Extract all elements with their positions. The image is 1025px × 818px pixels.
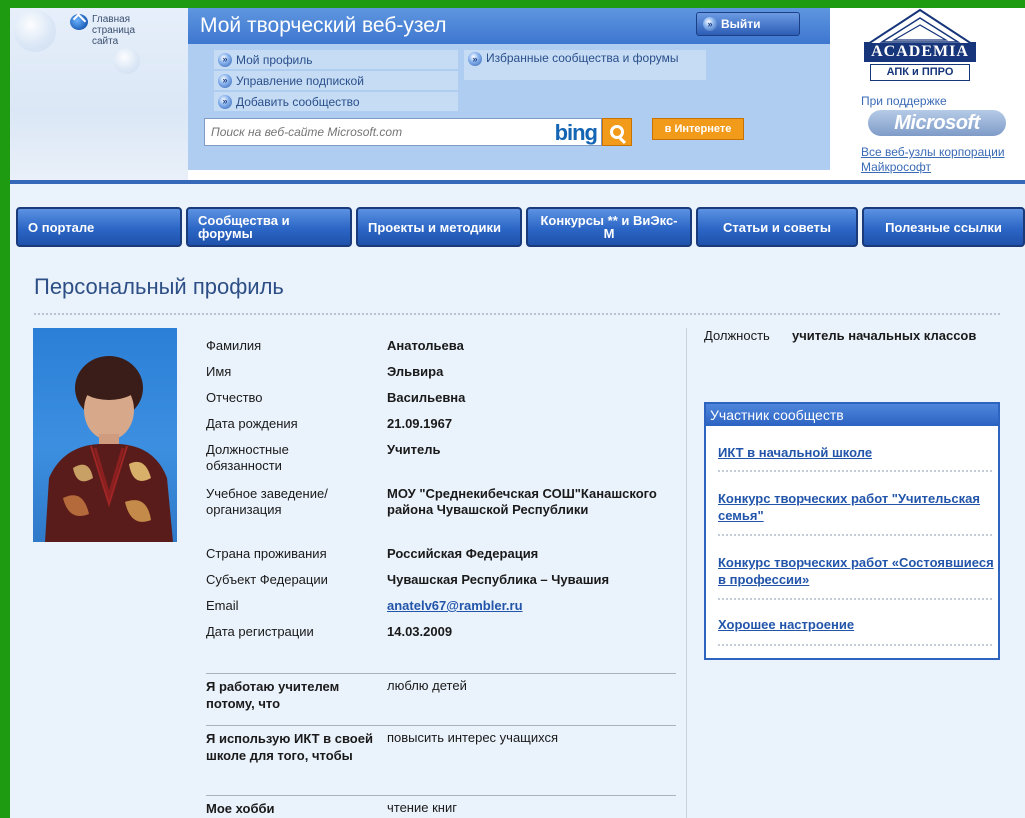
community-link[interactable]: Конкурс творческих работ «Состоявшиеся в… xyxy=(718,554,996,588)
tab-projects[interactable]: Проекты и методики xyxy=(356,207,522,247)
tab-links[interactable]: Полезные ссылки xyxy=(862,207,1025,247)
home-link[interactable]: Главная страница сайта xyxy=(70,14,152,47)
qa-divider xyxy=(206,795,676,796)
field-value: МОУ "Среднекибечская СОШ"Канашского райо… xyxy=(387,486,657,517)
field-value: Анатольева xyxy=(387,338,464,353)
home-icon xyxy=(70,14,88,30)
field-value: Учитель xyxy=(387,442,441,457)
decorative-bubble xyxy=(14,10,56,52)
field-value: Эльвира xyxy=(387,364,444,379)
communities-title: Участник сообществ xyxy=(706,404,998,426)
tab-about[interactable]: О портале xyxy=(16,207,182,247)
community-divider xyxy=(718,470,992,472)
field-label: Дата регистрации xyxy=(206,624,314,639)
qa-divider xyxy=(206,673,676,674)
main-nav: О портале Сообщества и форумы Проекты и … xyxy=(10,207,1025,247)
logout-button[interactable]: » Выйти xyxy=(696,12,800,36)
column-divider xyxy=(686,328,687,818)
qa-answer: люблю детей xyxy=(387,678,467,693)
menu-item-label: Добавить сообщество xyxy=(236,94,360,109)
field-value: 21.09.1967 xyxy=(387,416,453,431)
search-box: bing xyxy=(204,118,602,146)
field-value: 14.03.2009 xyxy=(387,624,453,639)
search-button[interactable] xyxy=(602,118,632,146)
menu-item-my-profile[interactable]: » Мой профиль xyxy=(214,50,458,69)
field-label: Учебное заведение/организация xyxy=(206,486,328,517)
favorites-menu: » Избранные сообщества и форумы xyxy=(464,50,706,80)
field-label: Отчество xyxy=(206,390,263,405)
bing-logo: bing xyxy=(554,120,598,145)
site-header: Главная страница сайта Мой творческий ве… xyxy=(10,8,1025,180)
logout-label: Выйти xyxy=(721,17,761,31)
field-label: Субъект Федерации xyxy=(206,572,328,587)
qa-answer: повысить интерес учащихся xyxy=(387,730,559,745)
profile-menu: » Мой профиль » Управление подпиской » Д… xyxy=(214,50,458,111)
title-divider xyxy=(34,313,1000,315)
qa-question: Я использую ИКТ в своей школе для того, … xyxy=(206,731,373,763)
field-label: Дата рождения xyxy=(206,416,298,431)
header-main-panel: Мой творческий веб-узел » Выйти » Мой пр… xyxy=(188,8,830,170)
portrait-image xyxy=(45,356,173,542)
apk-logo: АПК и ППРО xyxy=(870,64,970,81)
community-divider xyxy=(718,598,992,600)
field-label: Фамилия xyxy=(206,338,262,353)
community-link[interactable]: Конкурс творческих работ "Учительская се… xyxy=(718,490,996,524)
arrow-icon: » xyxy=(468,52,482,66)
internet-search-button[interactable]: в Интернете xyxy=(652,118,744,140)
community-divider xyxy=(718,644,992,646)
header-divider xyxy=(10,180,1025,184)
decorative-bubble xyxy=(114,48,140,74)
community-link[interactable]: ИКТ в начальной школе xyxy=(718,444,996,461)
qa-question: Мое хобби xyxy=(206,801,275,816)
sponsor-panel: ACADEMIA АПК и ППРО При поддержке Micros… xyxy=(846,8,1025,180)
field-value: Васильевна xyxy=(387,390,466,405)
qa-divider xyxy=(206,725,676,726)
page-frame: Главная страница сайта Мой творческий ве… xyxy=(10,8,1025,818)
search-input[interactable] xyxy=(205,125,505,139)
support-text: При поддержке xyxy=(861,94,947,108)
page-title: Персональный профиль xyxy=(34,274,284,299)
site-title: Мой творческий веб-узел xyxy=(200,14,447,37)
microsoft-logo[interactable]: Microsoft xyxy=(868,110,1006,136)
tab-communities[interactable]: Сообщества и форумы xyxy=(186,207,352,247)
qa-answer: чтение книг xyxy=(387,800,457,815)
menu-item-favorites[interactable]: » Избранные сообщества и форумы xyxy=(464,50,706,80)
position-label: Должность xyxy=(704,328,770,343)
tab-contests[interactable]: Конкурсы ** и ВиЭкс-М xyxy=(526,207,692,247)
field-label: Имя xyxy=(206,364,232,379)
arrow-icon: » xyxy=(218,94,232,109)
academia-logo-text: ACADEMIA xyxy=(864,42,976,62)
position-value: учитель начальных классов xyxy=(792,328,977,343)
academia-roof-icon xyxy=(866,8,974,44)
arrow-icon: » xyxy=(218,52,232,67)
field-label: Должностные обязанности xyxy=(206,442,289,473)
community-divider xyxy=(718,534,992,536)
field-label: Email xyxy=(206,598,239,613)
arrow-icon: » xyxy=(218,73,232,88)
tab-articles[interactable]: Статьи и советы xyxy=(696,207,858,247)
menu-item-label: Управление подпиской xyxy=(236,73,364,88)
menu-item-label: Мой профиль xyxy=(236,52,313,67)
title-bar: Мой творческий веб-узел » Выйти xyxy=(188,8,830,44)
community-link[interactable]: Хорошее настроение xyxy=(718,616,996,633)
qa-question: Я работаю учителем потому, что xyxy=(206,679,340,711)
profile-photo xyxy=(33,328,177,542)
academia-logo[interactable]: ACADEMIA АПК и ППРО xyxy=(864,8,976,81)
menu-item-subscription[interactable]: » Управление подпиской xyxy=(214,71,458,90)
search-icon xyxy=(610,125,624,139)
menu-item-add-community[interactable]: » Добавить сообщество xyxy=(214,92,458,111)
field-value: Российская Федерация xyxy=(387,546,539,561)
email-link[interactable]: anatelv67@rambler.ru xyxy=(387,598,687,614)
header-left-decoration: Главная страница сайта xyxy=(10,8,188,180)
arrow-icon: » xyxy=(703,17,717,31)
home-link-label: Главная страница сайта xyxy=(92,14,136,47)
microsoft-sites-link[interactable]: Все веб-узлы корпорации Майкрософт xyxy=(861,145,1025,175)
communities-panel: Участник сообществ ИКТ в начальной школе… xyxy=(704,402,1000,660)
field-value: Чувашская Республика – Чувашия xyxy=(387,572,610,587)
field-label: Страна проживания xyxy=(206,546,327,561)
menu-item-label: Избранные сообщества и форумы xyxy=(486,51,679,65)
